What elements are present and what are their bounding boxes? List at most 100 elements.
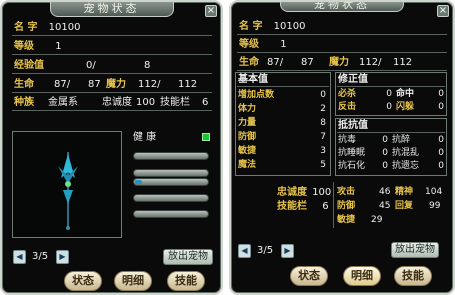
divider — [12, 92, 212, 93]
level-row: 等级 1 — [239, 38, 287, 51]
panel-title: 宠物状态 — [49, 2, 174, 17]
base-stat-value: 0 — [320, 90, 326, 100]
pet-detail-panel: 宠物状态 × 名 字 10100 等级 1 生命 87/ 87 魔力 112/ … — [229, 0, 455, 295]
close-button[interactable]: × — [205, 5, 217, 17]
skill-slots-value: 6 — [322, 201, 329, 212]
loyalty-label: 忠诚度 — [102, 97, 132, 108]
stat-label: 命中 — [396, 89, 415, 99]
stat-bar — [133, 194, 209, 202]
base-stat-label: 魔法 — [238, 160, 257, 170]
mp-label: 魔力 — [329, 57, 349, 68]
pet-preview — [12, 131, 122, 238]
stat-value: 0 — [386, 102, 392, 112]
tab-status[interactable]: 状态 — [290, 266, 328, 286]
name-label: 名 字 — [14, 22, 38, 33]
stat-value: 0 — [438, 148, 444, 158]
page-indicator: 3/5 — [257, 245, 274, 256]
health-label: 健 康 — [133, 132, 157, 143]
loyalty-value: 100 — [312, 187, 332, 198]
release-pet-button[interactable]: 放出宠物 — [391, 242, 439, 258]
health-status-icon — [202, 133, 210, 141]
divider — [337, 86, 445, 87]
stat-value: 0 — [386, 89, 392, 99]
stat-label: 抗石化 — [338, 161, 366, 171]
base-stat-label: 力量 — [238, 118, 257, 128]
base-stat-value: 5 — [320, 160, 326, 170]
hp-label: 生命 — [14, 79, 34, 90]
skill-slots-label: 技能栏 — [160, 97, 190, 108]
tab-skills[interactable]: 技能 — [167, 271, 205, 291]
stat-value: 0 — [438, 89, 444, 99]
mp-max: 112 — [178, 79, 198, 90]
base-stat-label: 防御 — [238, 132, 257, 142]
base-stats-header: 基本值 — [238, 74, 268, 85]
hp-max: 87 — [301, 57, 314, 68]
base-stat-value: 7 — [320, 132, 326, 142]
loyalty-row: 忠诚度 100 — [277, 186, 331, 199]
stat-label: 闪躲 — [396, 102, 415, 112]
stat-value: 0 — [438, 102, 444, 112]
correction-box: 修正值 必杀 0 命中 0 反击 0 闪躲 0 — [335, 72, 447, 116]
divider — [237, 86, 329, 87]
hp-mp-row: 生命 87/ 87 魔力 112/ 112 — [14, 78, 214, 91]
divider — [12, 73, 212, 74]
race-value: 金属系 — [48, 97, 78, 108]
defense-row: 防御 45 回复 99 — [337, 200, 447, 213]
hp-max: 87 — [88, 79, 101, 90]
stat-label: 抗醉 — [392, 135, 411, 145]
stat-value: 0 — [438, 161, 444, 171]
page-indicator: 3/5 — [32, 251, 49, 262]
name-row: 名 字 10100 — [239, 20, 305, 33]
base-stat-label: 敏捷 — [238, 146, 257, 156]
correction-header: 修正值 — [338, 74, 368, 85]
prev-page-button[interactable]: ◀ — [13, 250, 26, 264]
stat-value: 0 — [438, 135, 444, 145]
mp-value: 112/ — [138, 79, 161, 90]
exp-max: 8 — [144, 60, 151, 71]
panel-title: 宠物状态 — [280, 2, 404, 12]
next-page-button[interactable]: ▶ — [281, 244, 294, 258]
stat-bar-fill — [135, 180, 143, 184]
exp-current: 0/ — [86, 60, 96, 71]
attack-value: 46 — [379, 187, 391, 197]
divider — [12, 35, 212, 36]
next-page-button[interactable]: ▶ — [56, 250, 69, 264]
pet-sprite-icon — [58, 152, 78, 230]
hp-value: 87/ — [54, 79, 71, 90]
prev-page-button[interactable]: ◀ — [238, 244, 251, 258]
divider — [12, 54, 212, 55]
tab-status[interactable]: 状态 — [64, 271, 102, 291]
divider — [12, 110, 212, 111]
spirit-label: 精神 — [395, 187, 414, 197]
stat-bar — [133, 152, 209, 160]
mp-label: 魔力 — [106, 79, 126, 90]
exp-label: 经验值 — [14, 60, 44, 71]
agility-label: 敏捷 — [337, 215, 356, 225]
defense-label: 防御 — [337, 201, 356, 211]
recovery-label: 回复 — [395, 201, 414, 211]
stat-label: 必杀 — [338, 89, 357, 99]
stat-value: 0 — [382, 161, 388, 171]
stat-bar — [133, 210, 209, 218]
divider — [237, 70, 447, 71]
tab-details[interactable]: 明细 — [114, 271, 152, 291]
stat-label: 抗混乱 — [392, 148, 420, 158]
base-stat-label: 体力 — [238, 104, 257, 114]
mp-value: 112/ — [359, 57, 382, 68]
stat-value: 0 — [382, 135, 388, 145]
exp-row: 经验值 0/ 8 — [14, 59, 214, 72]
race-label: 种族 — [14, 97, 34, 108]
level-value: 1 — [280, 39, 287, 50]
tab-skills[interactable]: 技能 — [394, 266, 432, 286]
base-stat-value: 3 — [320, 146, 326, 156]
tab-details[interactable]: 明细 — [343, 266, 381, 286]
close-button[interactable]: × — [437, 5, 449, 17]
health-row: 健 康 — [133, 131, 156, 144]
stat-label: 抗遗忘 — [392, 161, 420, 171]
resist-header: 抵抗值 — [338, 120, 368, 131]
release-pet-button[interactable]: 放出宠物 — [163, 249, 213, 265]
base-stat-label: 增加点数 — [238, 90, 275, 100]
race-row: 种族 金属系 忠诚度 100 技能栏 6 — [14, 96, 220, 109]
stat-value: 0 — [382, 148, 388, 158]
base-stat-value: 2 — [320, 104, 326, 114]
